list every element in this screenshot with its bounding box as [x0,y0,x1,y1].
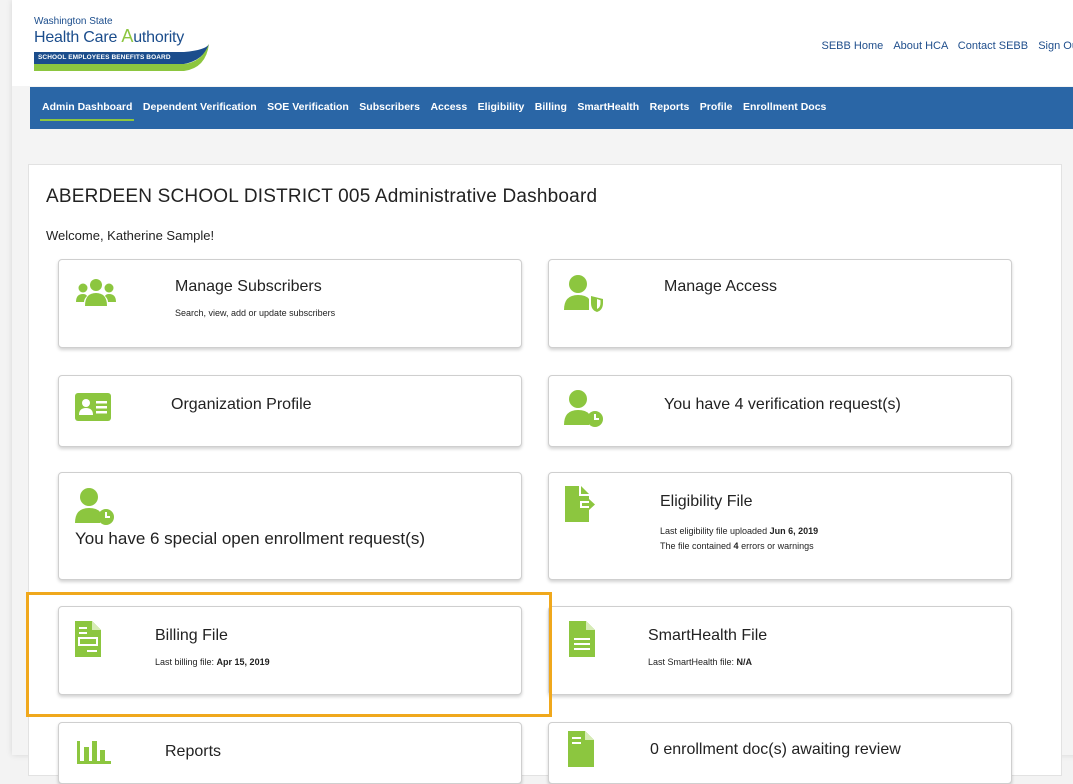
hca-logo[interactable]: Washington State Health Care Authority S… [34,16,209,76]
manage-access-card[interactable]: Manage Access [548,259,1012,348]
card-title: Manage Access [664,278,777,296]
nav-admin-dashboard[interactable]: Admin Dashboard [42,101,132,113]
billing-last-file: Last billing file: Apr 15, 2019 [155,655,270,670]
bar-chart-icon [77,737,111,765]
sign-out-link[interactable]: Sign Out [1038,40,1073,52]
welcome-message: Welcome, Katherine Sample! [46,228,214,243]
card-title: Organization Profile [171,396,312,414]
id-card-icon [75,393,111,421]
card-title: Reports [165,743,221,761]
main-nav: Admin Dashboard Dependent Verification S… [30,87,1073,129]
nav-smarthealth[interactable]: SmartHealth [577,101,639,113]
manage-subscribers-card[interactable]: Manage Subscribers Search, view, add or … [58,259,522,348]
verification-requests-card[interactable]: You have 4 verification request(s) [548,375,1012,447]
file-lines-icon [568,731,594,767]
card-title: You have 4 verification request(s) [664,396,901,414]
file-invoice-icon [75,621,101,657]
nav-enrollment-docs[interactable]: Enrollment Docs [743,101,826,113]
contact-sebb-link[interactable]: Contact SEBB [958,40,1028,52]
nav-subscribers[interactable]: Subscribers [359,101,420,113]
card-title: SmartHealth File [648,627,767,645]
enrollment-docs-card[interactable]: 0 enrollment doc(s) awaiting review [548,722,1012,784]
smarthealth-last-file: Last SmartHealth file: N/A [648,655,752,670]
user-clock-icon [564,389,604,427]
logo-swoosh [34,44,209,78]
nav-billing[interactable]: Billing [535,101,567,113]
organization-profile-card[interactable]: Organization Profile [58,375,522,447]
user-shield-icon [564,274,604,312]
card-subtitle: Search, view, add or update subscribers [175,306,335,321]
eligibility-last-upload: Last eligibility file uploaded Jun 6, 20… [660,524,818,539]
nav-profile[interactable]: Profile [700,101,733,113]
card-title: 0 enrollment doc(s) awaiting review [650,741,901,759]
nav-reports[interactable]: Reports [650,101,690,113]
sebb-home-link[interactable]: SEBB Home [822,40,884,52]
nav-eligibility[interactable]: Eligibility [478,101,525,113]
reports-card[interactable]: Reports [58,722,522,784]
card-title: Billing File [155,627,228,645]
nav-dependent-verification[interactable]: Dependent Verification [143,101,257,113]
page-title: ABERDEEN SCHOOL DISTRICT 005 Administrat… [46,186,597,208]
smarthealth-file-card[interactable]: SmartHealth File Last SmartHealth file: … [548,606,1012,695]
nav-soe-verification[interactable]: SOE Verification [267,101,349,113]
card-title: You have 6 special open enrollment reque… [75,529,425,549]
top-links: SEBB Home About HCA Contact SEBB Sign Ou… [815,40,1073,52]
header: Washington State Health Care Authority S… [12,0,1073,86]
logo-board: SCHOOL EMPLOYEES BENEFITS BOARD [38,54,171,61]
eligibility-file-card[interactable]: Eligibility File Last eligibility file u… [548,472,1012,580]
card-title: Manage Subscribers [175,278,322,296]
nav-access[interactable]: Access [430,101,467,113]
file-lines-icon [569,621,595,657]
about-hca-link[interactable]: About HCA [893,40,947,52]
users-group-icon [76,278,116,310]
special-open-enrollment-card[interactable]: You have 6 special open enrollment reque… [58,472,522,580]
file-export-icon [565,486,595,522]
billing-file-card[interactable]: Billing File Last billing file: Apr 15, … [58,606,522,695]
card-title: Eligibility File [660,493,752,511]
user-clock-icon [75,487,115,525]
eligibility-error-count: The file contained 4 errors or warnings [660,539,814,554]
